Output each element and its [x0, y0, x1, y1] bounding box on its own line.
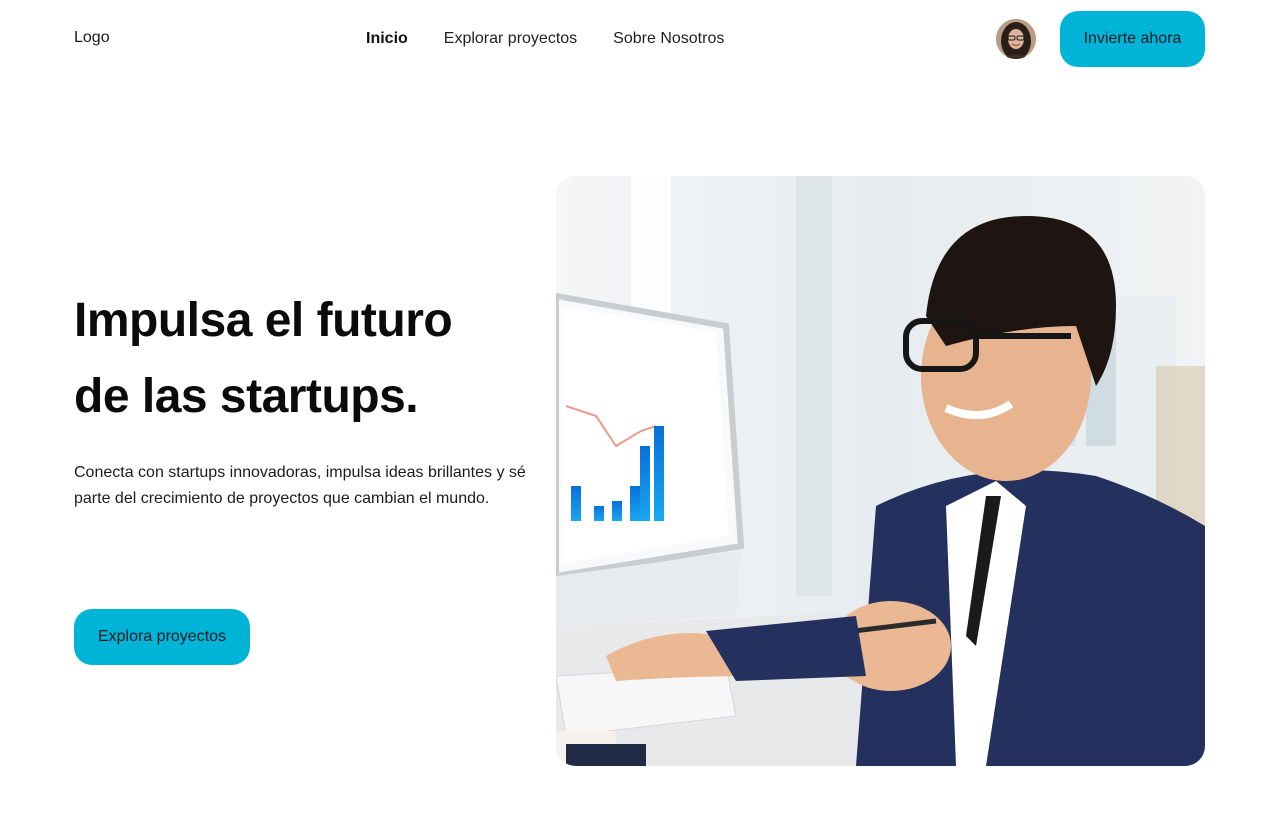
explore-projects-button[interactable]: Explora proyectos	[74, 609, 250, 665]
main-nav: Inicio Explorar proyectos Sobre Nosotros	[366, 29, 724, 49]
site-header: Logo Inicio Explorar proyectos Sobre Nos…	[0, 0, 1280, 78]
logo[interactable]: Logo	[74, 29, 110, 47]
nav-item-sobre-nosotros[interactable]: Sobre Nosotros	[613, 29, 724, 49]
businessman-at-computer-illustration	[556, 176, 1205, 766]
avatar-portrait-icon	[996, 19, 1036, 59]
hero-title-line-2: de las startups.	[74, 370, 419, 423]
hero-title-line-1: Impulsa el futuro	[74, 294, 453, 347]
hero-image	[556, 176, 1205, 766]
nav-item-inicio[interactable]: Inicio	[366, 29, 408, 49]
nav-item-explorar-proyectos[interactable]: Explorar proyectos	[444, 29, 577, 49]
invest-now-button[interactable]: Invierte ahora	[1060, 11, 1205, 67]
landing-page: Logo Inicio Explorar proyectos Sobre Nos…	[0, 0, 1280, 832]
hero-title: Impulsa el futuro de las startups.	[74, 283, 544, 435]
user-avatar[interactable]	[996, 19, 1036, 59]
hero-description: Conecta con startups innovadoras, impuls…	[74, 464, 526, 507]
